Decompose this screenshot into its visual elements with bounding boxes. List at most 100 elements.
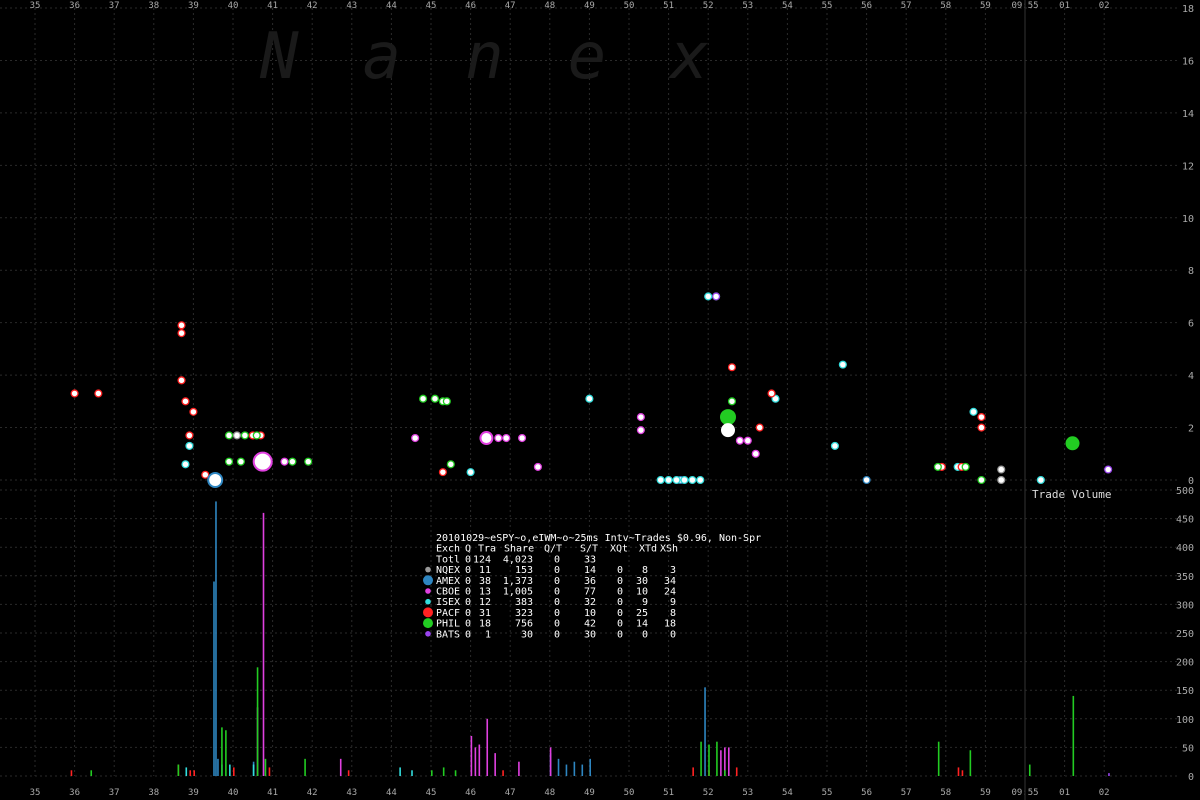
volume-bar (494, 753, 496, 776)
legend-cell: 34 (664, 576, 676, 587)
x-tick-label: 43 (346, 788, 357, 798)
trade-point (743, 436, 752, 445)
x-tick-label: 44 (386, 1, 397, 11)
legend-cell: 14 (636, 619, 648, 630)
legend-cell: 25 (636, 608, 648, 619)
legend-cell: 0 (554, 565, 560, 576)
trade-point (727, 397, 737, 406)
x-tick-label: 49 (584, 788, 595, 798)
x-tick-label: 40 (228, 788, 239, 798)
x-tick-label: 36 (69, 1, 80, 11)
trade-point (933, 462, 942, 471)
volume-bar (339, 758, 342, 776)
y-tick-label: 50 (1182, 743, 1194, 754)
legend-cell: 323 (515, 608, 533, 619)
x-tick-label: 42 (307, 788, 318, 798)
trade-point-large (207, 472, 224, 488)
legend-swatch (425, 566, 431, 573)
trade-point (977, 413, 986, 422)
y-tick-label: 14 (1182, 109, 1194, 120)
x-tick-label: 01 (1059, 1, 1070, 11)
volume-bar (431, 770, 433, 776)
x-tick-label: 49 (584, 1, 595, 11)
trade-point (185, 441, 194, 450)
legend-cell: 18 (664, 619, 676, 630)
trade-point-large (721, 423, 735, 438)
volume-bar (937, 741, 940, 776)
legend-cell: 0 (617, 629, 623, 640)
trade-point (977, 423, 986, 432)
trade-point (838, 360, 847, 369)
volume-bar (262, 512, 265, 776)
legend-cell: 0 (465, 576, 471, 587)
legend-cell: 1,373 (503, 576, 533, 587)
volume-bar (347, 770, 350, 776)
legend-table: 20101029~eSPY~o,eIWM~o~25ms Intv~Trades … (423, 533, 761, 640)
trade-point (961, 462, 970, 471)
y-tick-label: 8 (1188, 266, 1194, 277)
trade-point-large (720, 409, 736, 426)
trade-point-large (479, 431, 494, 446)
volume-bar (189, 770, 192, 776)
volume-bar (470, 735, 473, 776)
volume-bar (708, 744, 710, 776)
legend-cell: 10 (636, 587, 648, 598)
y-tick-label: 100 (1176, 715, 1194, 726)
legend-swatch (423, 575, 433, 586)
trade-point (280, 457, 289, 466)
volume-bar (518, 761, 520, 776)
y-tick-label: 200 (1176, 658, 1194, 669)
x-tick-label: 52 (703, 788, 714, 798)
volume-y-axis: 0 50 100 150 200 250 300 350 400 450 500 (1176, 486, 1194, 783)
legend-cell: 42 (584, 619, 596, 630)
legend-header-cell: Share (504, 544, 534, 555)
x-tick-label: 56 (861, 1, 872, 11)
trade-point (997, 465, 1006, 474)
x-tick-label: 55 (822, 1, 833, 11)
x-tick-label: 45 (426, 1, 437, 11)
volume-bar (252, 764, 255, 776)
trade-point (704, 292, 713, 301)
x-tick-label: 54 (782, 1, 793, 11)
trade-point (177, 376, 186, 385)
volume-bar (442, 767, 445, 776)
legend-swatch (425, 631, 431, 637)
y-tick-label: 250 (1176, 629, 1194, 640)
legend-cell: 13 (479, 587, 491, 598)
watermark-nanex: Nanex (259, 20, 773, 94)
legend-cell: 30 (521, 629, 533, 640)
x-tick-label: 38 (148, 788, 159, 798)
volume-bar (692, 767, 694, 776)
x-tick-label: 42 (307, 1, 318, 11)
legend-cell: 0 (554, 629, 560, 640)
legend-cell: 0 (617, 619, 623, 630)
legend-cell: 0 (465, 597, 471, 608)
trade-point (224, 457, 234, 466)
volume-bar (399, 767, 401, 776)
volume-bar (557, 758, 560, 776)
x-tick-label: 35 (30, 1, 41, 11)
volume-bar (304, 758, 306, 776)
y-tick-label: 10 (1182, 214, 1194, 225)
legend-cell: PACF (436, 608, 460, 619)
legend-cell: 1,005 (503, 587, 533, 598)
legend-cell: 77 (584, 587, 596, 598)
legend-swatch (423, 607, 433, 618)
x-tick-label: 35 (30, 788, 41, 798)
legend-cell: 8 (642, 565, 648, 576)
volume-bar (90, 770, 93, 776)
volume-bar (735, 767, 738, 776)
trade-point (751, 449, 760, 458)
chart-canvas: Nanex 024681012141618 050100150200250300… (0, 0, 1194, 800)
legend-cell: 0 (617, 565, 623, 576)
trade-point (466, 468, 475, 477)
y-tick-label: 150 (1176, 686, 1194, 697)
trade-point (585, 394, 594, 403)
trade-point (755, 423, 764, 432)
legend-cell: 30 (636, 576, 648, 587)
trade-point (636, 426, 645, 435)
x-tick-label: 41 (267, 1, 278, 11)
x-tick-label: 59 (980, 1, 991, 11)
trade-point-large (252, 451, 273, 472)
y-tick-label: 12 (1182, 161, 1194, 172)
